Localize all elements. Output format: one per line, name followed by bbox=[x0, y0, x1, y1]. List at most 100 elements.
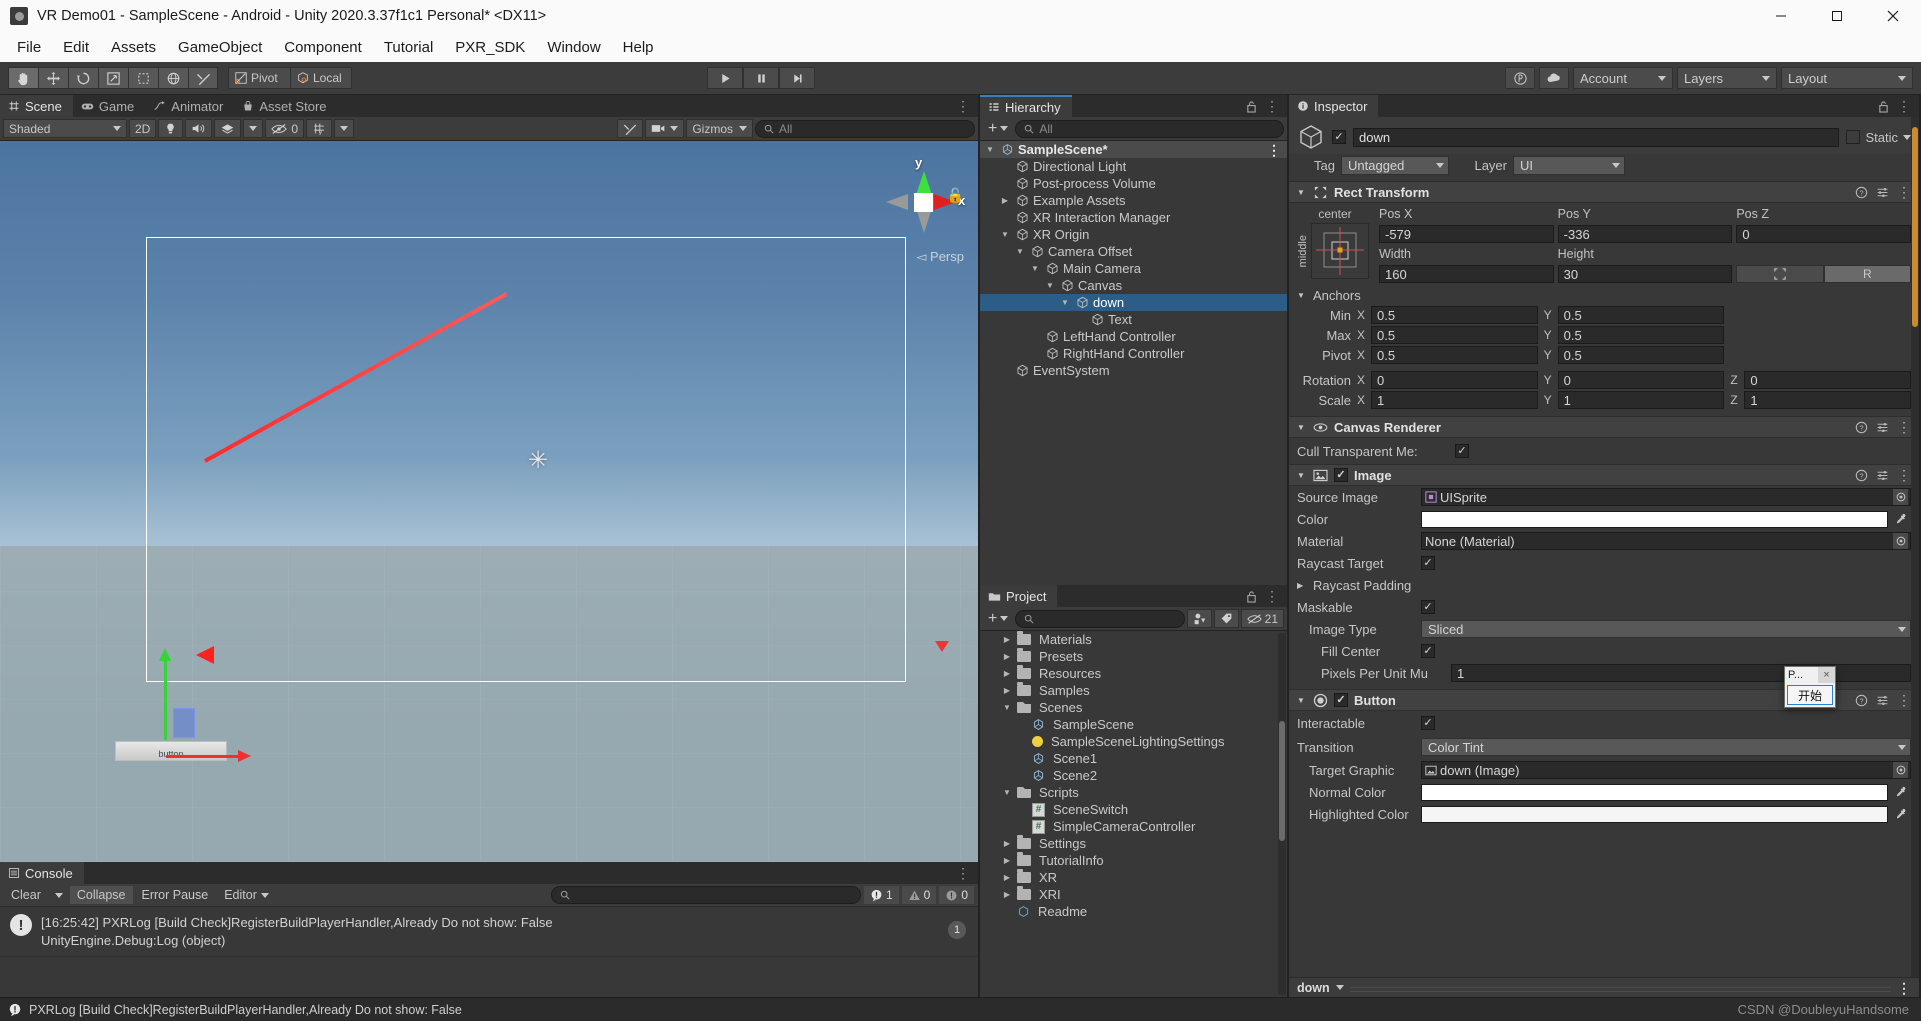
project-item-readme[interactable]: Readme bbox=[980, 903, 1287, 920]
preset-icon[interactable] bbox=[1876, 186, 1889, 199]
project-menu-kebab-icon[interactable]: ⋮ bbox=[1265, 591, 1279, 601]
project-item-samplescenelightingsettings[interactable]: SampleSceneLightingSettings bbox=[980, 733, 1287, 750]
console-info-counter[interactable]: 0 bbox=[939, 886, 974, 904]
project-item-scene2[interactable]: Scene2 bbox=[980, 767, 1287, 784]
anchor-min-x-input[interactable]: 0.5 bbox=[1371, 306, 1538, 324]
raycast-padding-row[interactable]: ▶ Raycast Padding bbox=[1289, 574, 1919, 596]
tab-project[interactable]: Project bbox=[980, 585, 1057, 607]
pos-z-input[interactable]: 0 bbox=[1736, 225, 1911, 243]
console-editor-dropdown[interactable]: Editor bbox=[217, 886, 276, 904]
highlighted-color-swatch[interactable] bbox=[1421, 806, 1888, 823]
pause-button[interactable] bbox=[743, 67, 779, 89]
project-search-input[interactable] bbox=[1015, 610, 1184, 628]
project-item-presets[interactable]: ▶Presets bbox=[980, 648, 1287, 665]
pivot-x-input[interactable]: 0.5 bbox=[1371, 346, 1538, 364]
maximize-button[interactable] bbox=[1809, 0, 1865, 32]
project-item-xri[interactable]: ▶XRI bbox=[980, 886, 1287, 903]
layout-dropdown[interactable]: Layout bbox=[1781, 67, 1913, 89]
rect-tool-button[interactable] bbox=[128, 67, 158, 89]
normal-color-swatch[interactable] bbox=[1421, 784, 1888, 801]
y-axis-handle[interactable] bbox=[164, 660, 167, 740]
menu-tutorial[interactable]: Tutorial bbox=[373, 36, 444, 59]
console-error-pause-button[interactable]: Error Pause bbox=[135, 886, 216, 904]
preset-icon[interactable] bbox=[1876, 469, 1889, 482]
shading-mode-dropdown[interactable]: Shaded bbox=[3, 119, 127, 138]
chevron-right-icon[interactable]: ▶ bbox=[1001, 686, 1013, 695]
console-log-list[interactable]: ! [16:25:42] PXRLog [Build Check]Registe… bbox=[0, 907, 978, 997]
chevron-down-icon[interactable] bbox=[1903, 135, 1911, 140]
tab-scene[interactable]: Scene bbox=[0, 95, 73, 117]
camera-settings-button[interactable] bbox=[645, 119, 684, 138]
tab-hierarchy[interactable]: Hierarchy bbox=[980, 95, 1072, 117]
gizmo-minus-y-cone[interactable] bbox=[917, 211, 931, 233]
transition-dropdown[interactable]: Color Tint bbox=[1421, 738, 1911, 756]
menu-assets[interactable]: Assets bbox=[100, 36, 167, 59]
x-axis-handle[interactable] bbox=[166, 755, 238, 758]
hierarchy-menu-kebab-icon[interactable]: ⋮ bbox=[1265, 101, 1279, 111]
pixels-per-unit-input[interactable]: 1 bbox=[1451, 664, 1911, 682]
image-enabled-checkbox[interactable]: ✓ bbox=[1334, 468, 1348, 482]
project-scrollbar[interactable] bbox=[1278, 633, 1286, 995]
hierarchy-item-lefthand-controller[interactable]: LeftHand Controller bbox=[980, 328, 1287, 345]
step-button[interactable] bbox=[779, 67, 815, 89]
chevron-down-icon[interactable]: ▼ bbox=[1297, 471, 1307, 480]
image-material-objectfield[interactable]: None (Material) bbox=[1421, 532, 1911, 550]
gizmos-dropdown[interactable]: Gizmos bbox=[686, 119, 753, 138]
height-input[interactable]: 30 bbox=[1558, 265, 1733, 283]
chevron-down-icon[interactable]: ▼ bbox=[1001, 703, 1013, 712]
chevron-right-icon[interactable]: ▶ bbox=[1001, 890, 1013, 899]
close-button[interactable] bbox=[1865, 0, 1921, 32]
chevron-right-icon[interactable]: ▶ bbox=[1297, 581, 1307, 590]
component-menu-kebab-icon[interactable]: ⋮ bbox=[1897, 187, 1911, 197]
hierarchy-item-post-process-volume[interactable]: Post-process Volume bbox=[980, 175, 1287, 192]
chevron-right-icon[interactable]: ▶ bbox=[1001, 635, 1013, 644]
chevron-down-icon[interactable]: ▼ bbox=[1297, 291, 1307, 300]
hierarchy-item-example-assets[interactable]: ▶Example Assets bbox=[980, 192, 1287, 209]
chevron-down-icon[interactable]: ▼ bbox=[1044, 281, 1056, 290]
object-picker-icon[interactable] bbox=[1893, 533, 1908, 549]
menu-window[interactable]: Window bbox=[536, 36, 611, 59]
menu-component[interactable]: Component bbox=[273, 36, 373, 59]
footer-menu-kebab-icon[interactable]: ⋮ bbox=[1897, 983, 1911, 993]
tag-dropdown[interactable]: Untagged bbox=[1341, 156, 1449, 175]
hierarchy-create-button[interactable]: + bbox=[983, 119, 1013, 138]
project-item-scripts[interactable]: ▼Scripts bbox=[980, 784, 1287, 801]
scene-viewport[interactable]: ✳ button y bbox=[0, 141, 978, 862]
object-picker-icon[interactable] bbox=[1893, 489, 1908, 505]
hierarchy-item-directional-light[interactable]: Directional Light bbox=[980, 158, 1287, 175]
project-filter-label-button[interactable] bbox=[1214, 609, 1239, 628]
help-icon[interactable]: ? bbox=[1855, 421, 1868, 434]
image-component-header[interactable]: ▼ ✓ Image ? ⋮ bbox=[1289, 464, 1919, 486]
collab-icon-button[interactable] bbox=[1505, 67, 1535, 89]
local-toggle-button[interactable]: Local bbox=[290, 67, 352, 89]
hierarchy-item-down[interactable]: ▼down bbox=[980, 294, 1287, 311]
anchor-max-x-input[interactable]: 0.5 bbox=[1371, 326, 1538, 344]
blueprint-mode-button[interactable] bbox=[1736, 265, 1823, 283]
chevron-right-icon[interactable]: ▶ bbox=[1001, 652, 1013, 661]
image-color-swatch[interactable] bbox=[1421, 511, 1888, 528]
inspector-scrollbar[interactable] bbox=[1911, 117, 1919, 977]
fx-dropdown-button[interactable] bbox=[243, 119, 263, 138]
chevron-right-icon[interactable]: ▶ bbox=[1001, 669, 1013, 678]
rotation-x-input[interactable]: 0 bbox=[1371, 371, 1538, 389]
chevron-down-icon[interactable]: ▼ bbox=[1297, 696, 1307, 705]
cull-transparent-checkbox[interactable]: ✓ bbox=[1455, 444, 1469, 458]
object-enabled-checkbox[interactable]: ✓ bbox=[1332, 130, 1346, 144]
hierarchy-lock-icon[interactable] bbox=[1246, 100, 1257, 113]
chevron-down-icon[interactable] bbox=[1336, 985, 1344, 990]
rotate-tool-button[interactable] bbox=[68, 67, 98, 89]
chevron-down-icon[interactable]: ▼ bbox=[1297, 423, 1307, 432]
tab-inspector[interactable]: Inspector bbox=[1289, 95, 1378, 117]
pivot-toggle-button[interactable]: Pivot bbox=[228, 67, 290, 89]
object-picker-icon[interactable] bbox=[1893, 762, 1908, 778]
menu-file[interactable]: File bbox=[6, 36, 52, 59]
canvas-renderer-header[interactable]: ▼ Canvas Renderer ? ⋮ bbox=[1289, 416, 1919, 438]
project-create-button[interactable]: + bbox=[983, 609, 1013, 628]
eyedropper-icon[interactable] bbox=[1894, 786, 1911, 799]
cloud-icon-button[interactable] bbox=[1539, 67, 1569, 89]
console-clear-dropdown[interactable] bbox=[50, 886, 68, 904]
anchors-foldout-row[interactable]: ▼ Anchors bbox=[1289, 285, 1919, 305]
console-search-input[interactable] bbox=[551, 886, 861, 904]
project-item-materials[interactable]: ▶Materials bbox=[980, 631, 1287, 648]
scene-view-gizmo[interactable]: y x 🔓 bbox=[884, 163, 960, 239]
